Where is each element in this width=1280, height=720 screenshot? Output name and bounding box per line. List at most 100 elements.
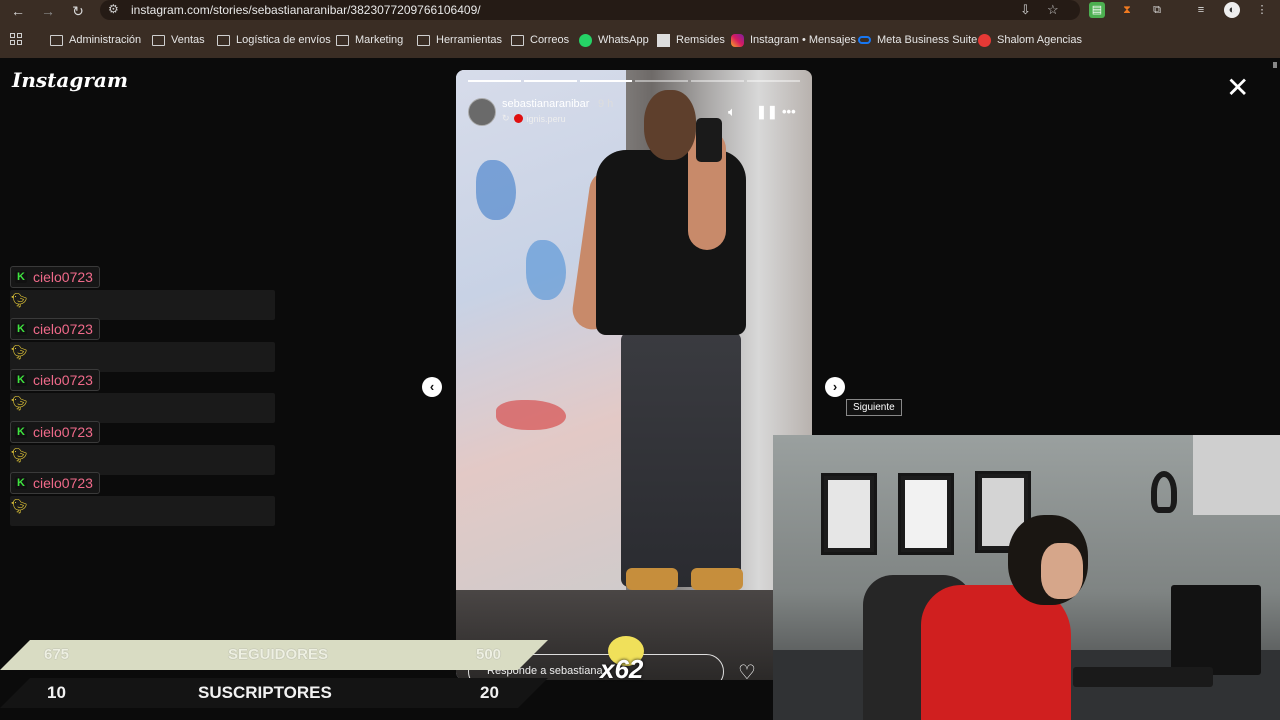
more-options-icon[interactable]: ••• — [782, 104, 796, 119]
subscribers-goal: 20 — [480, 683, 499, 702]
address-bar[interactable]: ⚙ instagram.com/stories/sebastianaraniba… — [100, 0, 1080, 20]
emote-icon: 🐤︎ — [10, 498, 28, 514]
chat-message-body: 🐤︎ — [10, 445, 275, 475]
chat-message: Kcielo0723 🐤︎ — [10, 369, 275, 423]
chat-message: Kcielo0723 🐤︎ — [10, 266, 275, 320]
streamer-face — [1041, 543, 1083, 599]
chat-user: Kcielo0723 — [10, 472, 100, 494]
kick-badge-icon: K — [15, 374, 27, 386]
avatar[interactable] — [468, 98, 496, 126]
emote-icon: 🐤︎ — [10, 447, 28, 463]
followers-goal-bar: 675 SEGUIDORES 500 — [0, 640, 548, 670]
kick-badge-icon: K — [15, 271, 27, 283]
emote-icon: 🐤︎ — [10, 344, 28, 360]
extension-hourglass-icon[interactable]: ⧗ — [1119, 2, 1135, 18]
close-icon[interactable]: ✕ — [1226, 74, 1249, 102]
streamer — [921, 585, 1071, 720]
bookmarks-bar: Administración Ventas Logística de envío… — [0, 22, 1280, 58]
kick-badge-icon: K — [15, 477, 27, 489]
forward-icon[interactable]: → — [38, 1, 58, 21]
shalom-icon — [978, 33, 991, 47]
subscribers-label: SUSCRIPTORES — [198, 683, 332, 702]
subscribers-current: 10 — [47, 683, 66, 702]
site-info-icon[interactable]: ⚙ — [108, 2, 119, 16]
folder-icon — [50, 34, 63, 46]
person-pants — [621, 332, 741, 587]
install-icon[interactable]: ⇩ — [1020, 2, 1031, 18]
bookmark-administracion[interactable]: Administración — [50, 32, 141, 48]
profile-avatar-icon[interactable]: ◐ — [1224, 2, 1240, 18]
bookmark-remsides[interactable]: Remsides — [657, 32, 725, 48]
wall-shelf — [1193, 435, 1280, 515]
apps-grid-icon[interactable] — [10, 33, 22, 45]
graffiti-text — [496, 400, 566, 430]
chat-message: Kcielo0723 🐤︎ — [10, 318, 275, 372]
story-card[interactable]: sebastianaranibar 9 h ↻ ignis.peru 🔈︎ ❚❚… — [456, 70, 812, 680]
chat-message: Kcielo0723 🐤︎ — [10, 421, 275, 475]
chat-user: Kcielo0723 — [10, 369, 100, 391]
extension-green-icon[interactable]: ▤ — [1089, 2, 1105, 18]
pause-icon[interactable]: ❚❚ — [756, 104, 778, 120]
progress-segment — [747, 80, 800, 82]
story-username[interactable]: sebastianaranibar — [502, 98, 589, 110]
browser-toolbar: ← → ↻ ⚙ instagram.com/stories/sebastiana… — [0, 0, 1280, 22]
kick-badge-icon: K — [15, 323, 27, 335]
wall-poster — [898, 473, 954, 555]
volume-icon[interactable]: 🔈︎ — [728, 104, 736, 120]
progress-segment — [468, 80, 521, 82]
chat-user: Kcielo0723 — [10, 266, 100, 288]
subscribers-goal-bar: 10 SUSCRIPTORES 20 — [0, 678, 548, 708]
folder-icon — [336, 34, 349, 46]
bookmark-marketing[interactable]: Marketing — [336, 32, 403, 48]
bookmark-meta-business[interactable]: Meta Business Suite — [858, 32, 977, 48]
instagram-logo[interactable]: Instagram — [12, 68, 128, 92]
person-boot — [691, 568, 743, 590]
like-heart-icon[interactable]: ♡ — [738, 660, 756, 680]
bookmark-instagram-mensajes[interactable]: Instagram • Mensajes — [731, 32, 856, 48]
chat-user: Kcielo0723 — [10, 421, 100, 443]
extensions-puzzle-icon[interactable]: ⧉ — [1149, 2, 1165, 18]
url-text[interactable]: instagram.com/stories/sebastianaranibar/… — [131, 3, 481, 17]
combo-multiplier: x62 — [598, 634, 658, 684]
bookmark-shalom[interactable]: Shalom Agencias — [978, 32, 1082, 48]
emote-icon: 🐤︎ — [10, 292, 28, 308]
person-boot — [626, 568, 678, 590]
back-icon[interactable]: ← — [8, 1, 28, 21]
next-tooltip: Siguiente — [846, 399, 902, 416]
chat-message-body: 🐤︎ — [10, 290, 275, 320]
menu-kebab-icon[interactable]: ⋮ — [1254, 2, 1270, 18]
bookmark-whatsapp[interactable]: WhatsApp — [579, 32, 649, 48]
bookmark-logistica[interactable]: Logística de envíos — [217, 32, 331, 48]
story-time: 9 h — [598, 98, 614, 110]
source-avatar — [513, 114, 523, 123]
progress-segment — [691, 80, 745, 82]
reload-icon[interactable]: ↻ — [68, 1, 88, 21]
chat-user: Kcielo0723 — [10, 318, 100, 340]
headphones — [1151, 471, 1177, 513]
story-header: sebastianaranibar 9 h ↻ ignis.peru 🔈︎ ❚❚… — [468, 96, 800, 128]
folder-icon — [511, 34, 524, 46]
repost-source[interactable]: ↻ ignis.peru — [502, 113, 566, 124]
folder-icon — [217, 34, 230, 46]
instagram-icon — [731, 33, 744, 47]
bookmark-star-icon[interactable]: ☆ — [1047, 2, 1059, 18]
folder-icon — [417, 34, 430, 46]
progress-segment — [523, 80, 577, 82]
bookmark-correos[interactable]: Correos — [511, 32, 569, 48]
chat-message-body: 🐤︎ — [10, 342, 275, 372]
followers-current: 675 — [44, 646, 70, 663]
chat-message-body: 🐤︎ — [10, 496, 275, 526]
whatsapp-icon — [579, 33, 592, 47]
kick-badge-icon: K — [15, 426, 27, 438]
bookmark-ventas[interactable]: Ventas — [152, 32, 205, 48]
folder-icon — [152, 34, 165, 46]
bookmark-herramientas[interactable]: Herramientas — [417, 32, 502, 48]
emote-icon: 🐤︎ — [10, 395, 28, 411]
next-story-button[interactable]: › — [825, 377, 845, 397]
media-control-icon[interactable]: ≡ — [1193, 2, 1209, 18]
webcam-overlay — [773, 435, 1280, 720]
keyboard — [1073, 667, 1213, 687]
wall-poster — [821, 473, 877, 555]
site-icon — [657, 33, 670, 47]
previous-story-button[interactable]: ‹ — [422, 377, 442, 397]
